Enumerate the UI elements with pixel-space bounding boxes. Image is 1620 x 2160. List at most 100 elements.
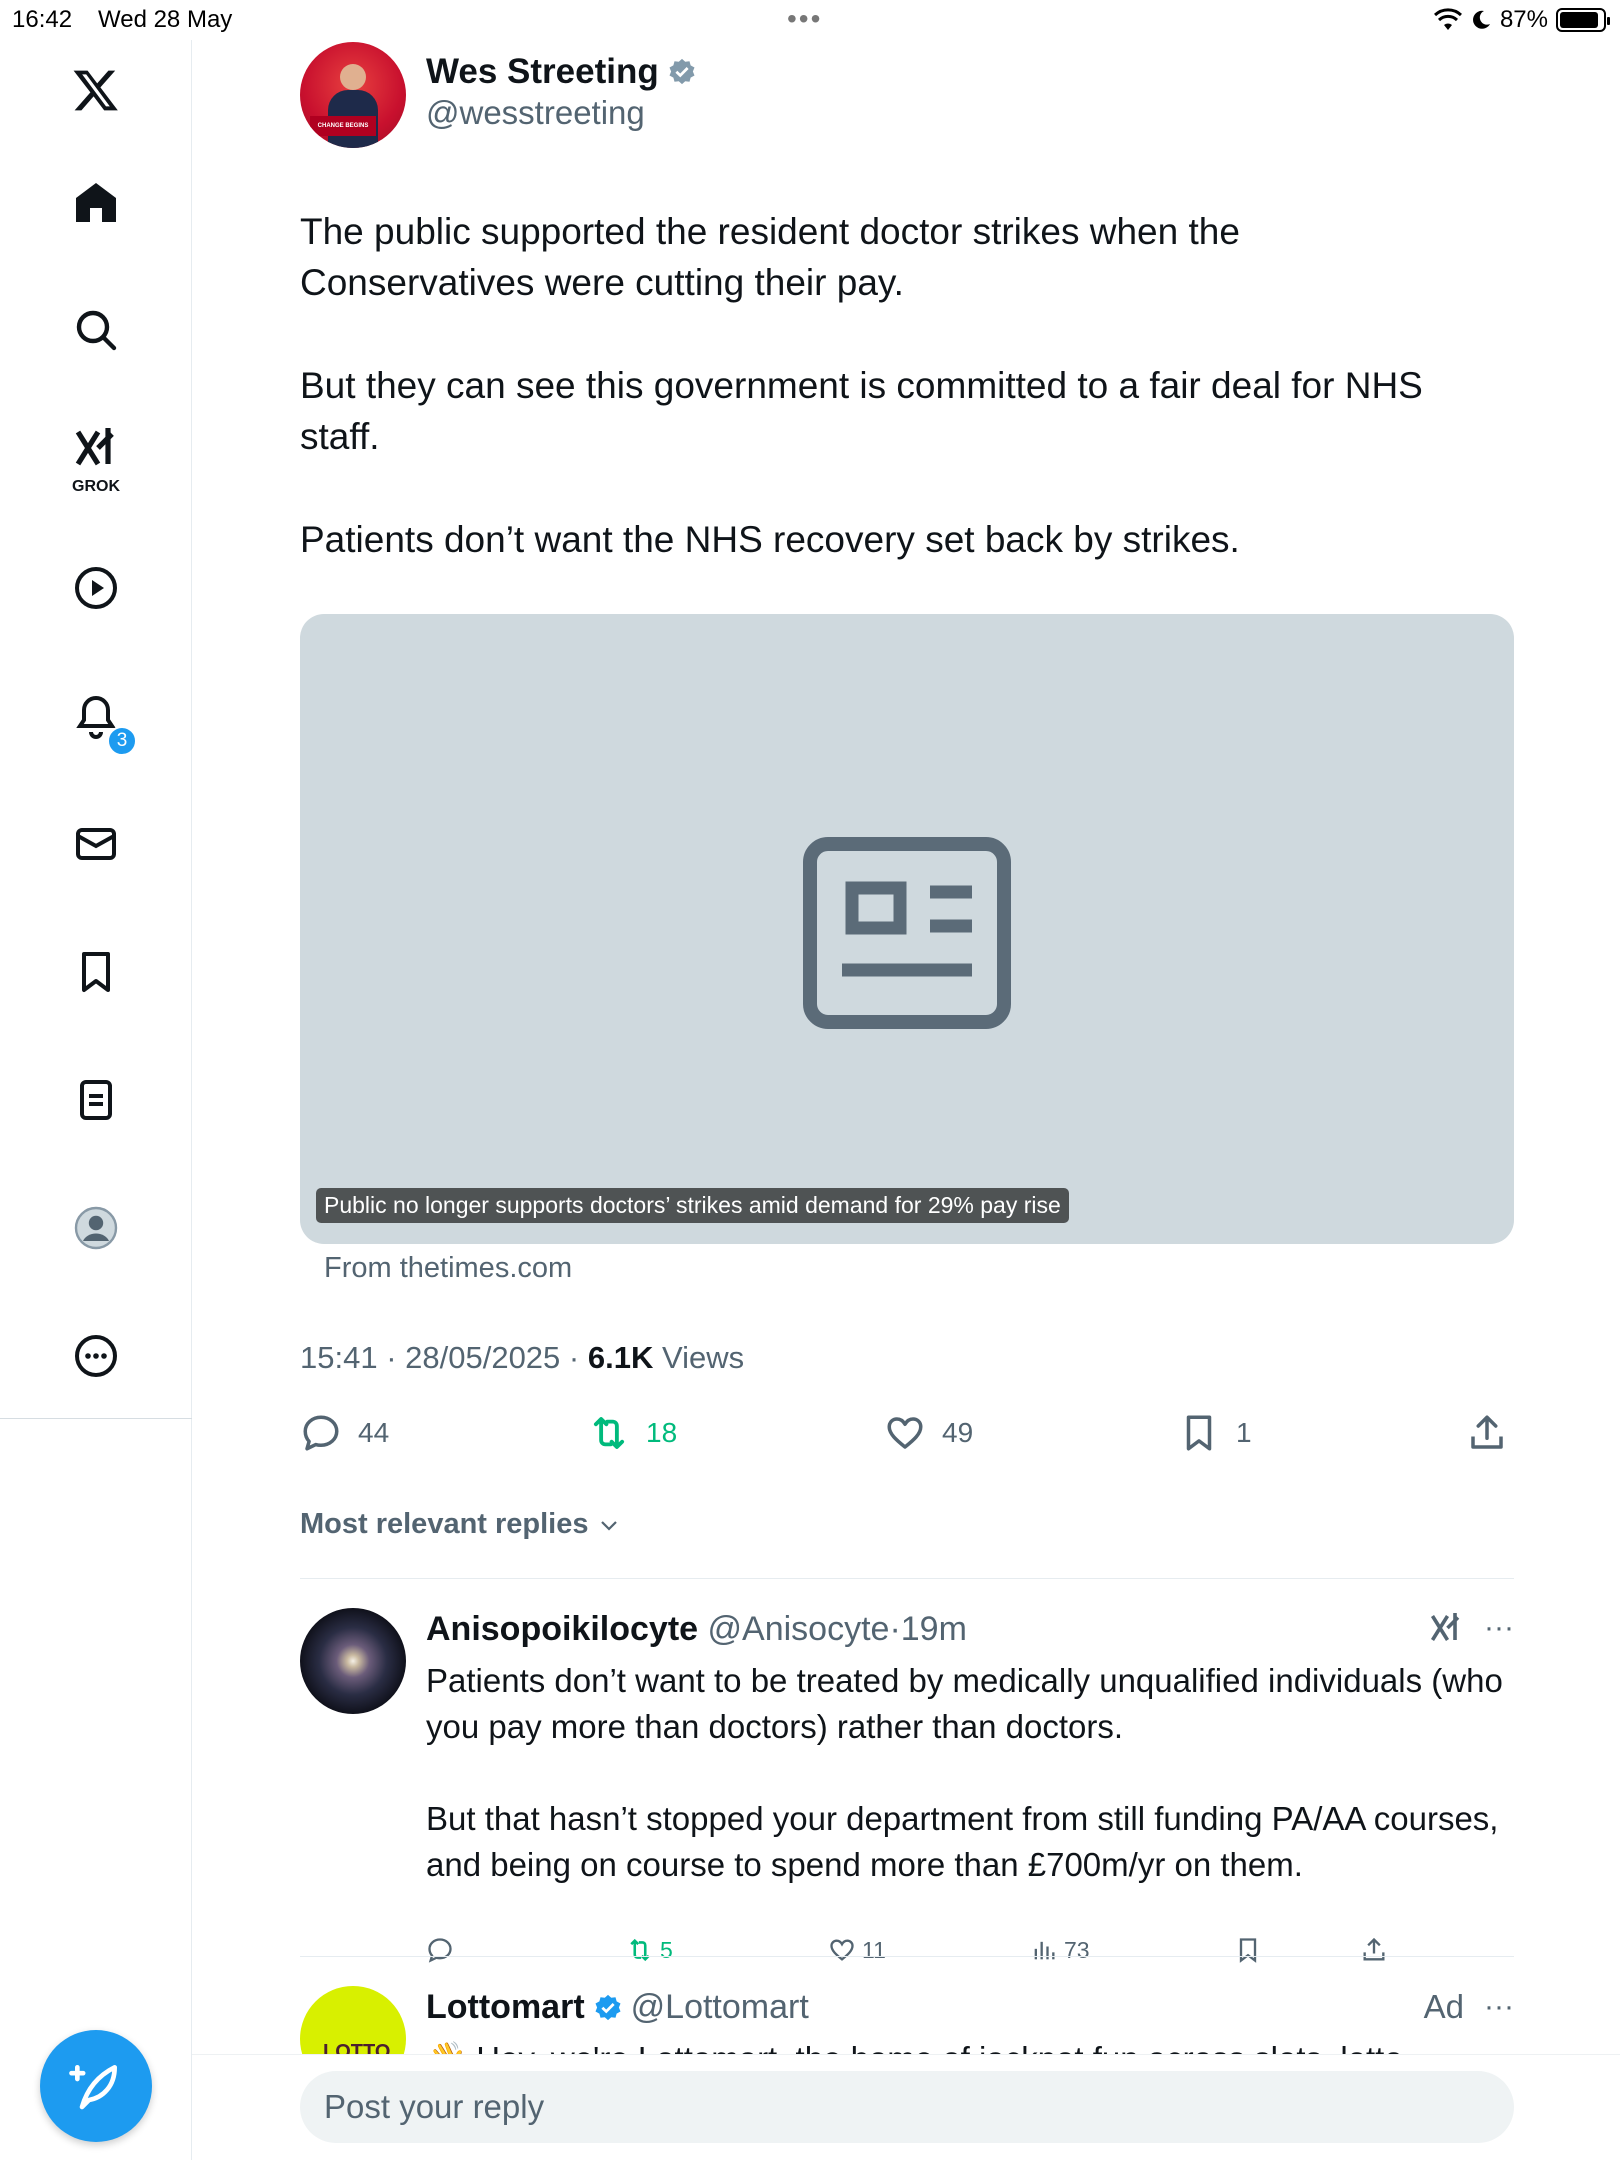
profile-avatar-icon[interactable] xyxy=(66,1198,126,1258)
author-avatar[interactable]: CHANGE BEGINS xyxy=(300,42,406,148)
heart-icon xyxy=(830,1939,854,1961)
share-icon xyxy=(1363,1937,1385,1961)
bookmark-icon xyxy=(1239,1938,1257,1963)
reply-count: 44 xyxy=(358,1417,390,1448)
battery-percent: 87% xyxy=(1499,6,1548,33)
reply-icon xyxy=(303,1415,339,1451)
articles-icon[interactable] xyxy=(66,1070,126,1130)
moon-icon xyxy=(1473,10,1490,29)
reply-repost-button[interactable]: 5 xyxy=(626,1936,673,1964)
grok-icon[interactable] xyxy=(1428,1610,1464,1646)
post-meta: 15:41 · 28/05/2025 · 6.1K Views xyxy=(300,1340,745,1375)
post-text: The public supported the resident doctor… xyxy=(300,206,1514,617)
link-card-source[interactable]: From thetimes.com xyxy=(324,1252,572,1285)
grok-label: GROK xyxy=(72,478,120,495)
battery-icon xyxy=(1556,8,1610,32)
reply-composer-bar: Post your reply xyxy=(192,2054,1620,2160)
messages-icon[interactable] xyxy=(66,814,126,874)
reply-share-button[interactable] xyxy=(1360,1936,1388,1964)
bookmark-icon xyxy=(1186,1415,1212,1451)
post-author: CHANGE BEGINS Wes Streeting @wesstreetin… xyxy=(300,40,1100,150)
replies-sort-label: Most relevant replies xyxy=(300,1508,589,1540)
post-time[interactable]: 15:41 xyxy=(300,1340,378,1375)
reply-like-button[interactable]: 11 xyxy=(828,1936,886,1964)
notifications-badge: 3 xyxy=(107,726,137,756)
replies-sort-dropdown[interactable]: Most relevant replies xyxy=(300,1508,621,1541)
share-icon xyxy=(1471,1415,1503,1449)
repost-icon xyxy=(593,1417,625,1449)
views-label: Views xyxy=(661,1340,745,1375)
reply-time[interactable]: 19m xyxy=(901,1610,967,1648)
ad-header: Lottomart @Lottomart xyxy=(426,1988,809,2027)
compose-post-button[interactable] xyxy=(40,2030,152,2142)
reply-avatar[interactable] xyxy=(300,1608,406,1714)
ad-more-icon[interactable]: ··· xyxy=(1484,1990,1514,2024)
reply-header: Anisopoikilocyte @Anisocyte·19m xyxy=(426,1610,967,1648)
ad-author-name[interactable]: Lottomart xyxy=(426,1988,585,2027)
author-display-name[interactable]: Wes Streeting xyxy=(426,52,697,92)
reply-text: Patients don’t want to be treated by med… xyxy=(426,1658,1506,1934)
bookmark-button[interactable]: 1 xyxy=(1178,1412,1252,1454)
reply-author-handle[interactable]: @Anisocyte xyxy=(708,1610,890,1648)
reply-button[interactable]: 44 xyxy=(300,1412,389,1454)
reply-views-button[interactable]: 73 xyxy=(1030,1936,1090,1964)
reply-bookmark-button[interactable] xyxy=(1234,1936,1262,1964)
sidebar-divider xyxy=(0,1418,192,1419)
link-card[interactable]: Public no longer supports doctors’ strik… xyxy=(300,614,1514,1244)
post-actions: 44 18 49 1 xyxy=(300,1412,1514,1472)
sidebar: GROK 3 xyxy=(0,40,192,2160)
reply-top-actions: ··· xyxy=(1428,1610,1514,1646)
more-options-icon[interactable] xyxy=(66,1326,126,1386)
reply-repost-count: 5 xyxy=(660,1936,673,1963)
ad-author-handle[interactable]: @Lottomart xyxy=(631,1988,809,2027)
status-time: 16:42 xyxy=(12,6,73,33)
heart-icon xyxy=(887,1417,923,1449)
repost-button[interactable]: 18 xyxy=(588,1412,677,1454)
author-handle[interactable]: @wesstreeting xyxy=(426,94,645,132)
separator xyxy=(300,1956,1514,1957)
post-paragraph: But they can see this government is comm… xyxy=(300,365,1423,457)
verified-badge-icon xyxy=(669,58,695,85)
reply-views-count: 73 xyxy=(1064,1936,1090,1963)
x-logo-icon[interactable] xyxy=(66,60,126,120)
reply-reply-button[interactable] xyxy=(426,1936,454,1964)
reply-more-icon[interactable]: ··· xyxy=(1484,1611,1514,1645)
link-card-title: Public no longer supports doctors’ strik… xyxy=(316,1188,1069,1223)
grok-icon[interactable] xyxy=(66,418,126,478)
like-count: 49 xyxy=(942,1417,974,1448)
post-date[interactable]: 28/05/2025 xyxy=(405,1340,560,1375)
ad-label: Ad xyxy=(1423,1988,1465,2025)
article-placeholder-icon xyxy=(803,837,1011,1029)
reply-icon xyxy=(428,1938,452,1963)
like-button[interactable]: 49 xyxy=(884,1412,973,1454)
home-icon[interactable] xyxy=(66,172,126,232)
reply-paragraph: Patients don’t want to be treated by med… xyxy=(426,1662,1503,1745)
video-icon[interactable] xyxy=(66,558,126,618)
reply-actions: 5 11 73 xyxy=(426,1936,1426,1972)
views-count: 6.1K xyxy=(587,1340,654,1375)
ad-top-actions: Ad ··· xyxy=(1424,1988,1514,2026)
repost-icon xyxy=(630,1938,650,1962)
compose-feather-icon xyxy=(69,2065,117,2110)
bookmarks-icon[interactable] xyxy=(66,942,126,1002)
author-name[interactable]: Wes Streeting xyxy=(426,52,659,92)
reply-like-count: 11 xyxy=(862,1936,886,1963)
wifi-icon xyxy=(1433,8,1462,30)
reply-paragraph: But that hasn’t stopped your department … xyxy=(426,1800,1499,1883)
bookmark-count: 1 xyxy=(1236,1417,1252,1448)
post-paragraph: Patients don’t want the NHS recovery set… xyxy=(300,519,1240,560)
chevron-down-icon xyxy=(600,1520,617,1531)
status-date: Wed 28 May xyxy=(98,6,233,33)
status-bar: 16:42 Wed 28 May ••• 87% xyxy=(0,0,1620,40)
post-paragraph: The public supported the resident doctor… xyxy=(300,211,1240,303)
reply-author-name[interactable]: Anisopoikilocyte xyxy=(426,1610,698,1648)
multitasking-dots-icon[interactable]: ••• xyxy=(787,5,822,33)
separator xyxy=(300,1578,1514,1579)
verified-badge-icon xyxy=(595,1994,621,2020)
reply-item[interactable]: Anisopoikilocyte @Anisocyte·19m ··· Pati… xyxy=(300,1608,1514,1968)
reply-input[interactable]: Post your reply xyxy=(300,2071,1514,2143)
search-icon[interactable] xyxy=(66,300,126,360)
share-button[interactable] xyxy=(1466,1412,1508,1454)
repost-count: 18 xyxy=(646,1417,678,1448)
views-chart-icon xyxy=(1034,1941,1055,1960)
